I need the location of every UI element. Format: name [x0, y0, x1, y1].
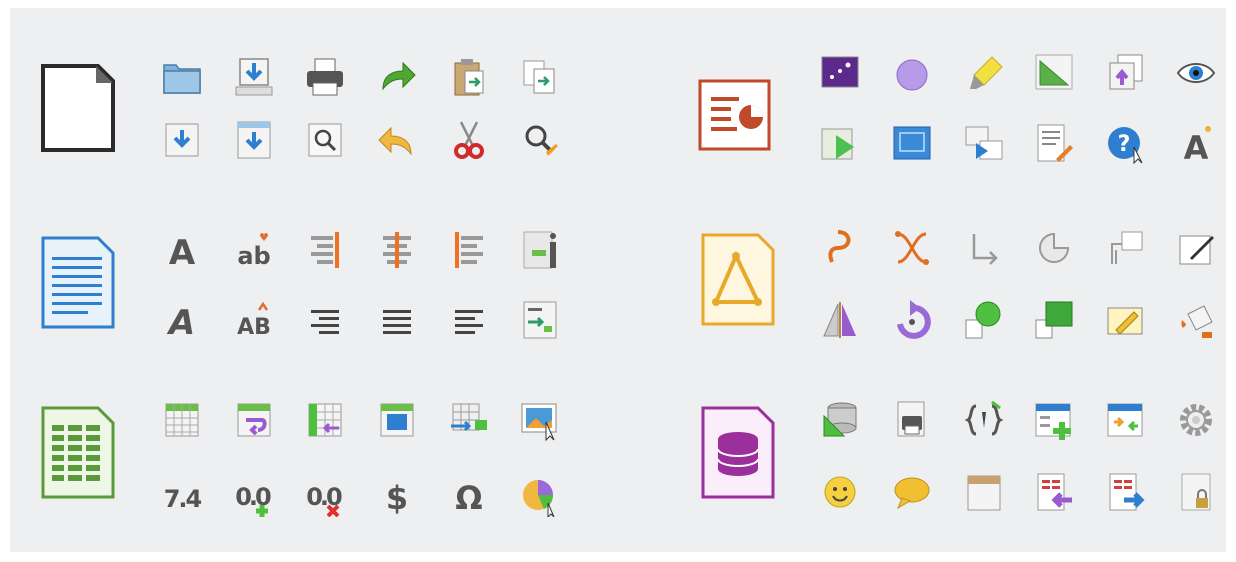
printer-icon[interactable] — [303, 55, 347, 99]
fontwork-a-icon[interactable]: A — [1174, 121, 1218, 165]
insert-page-icon[interactable] — [518, 298, 562, 342]
find-replace-icon[interactable] — [518, 118, 562, 162]
bold-a-icon[interactable]: A — [160, 228, 204, 272]
info-page-icon[interactable] — [518, 228, 562, 272]
uppercase-ab-icon[interactable]: AB — [232, 298, 276, 342]
zoom-icon[interactable] — [303, 118, 347, 162]
macro-braces-icon[interactable] — [962, 398, 1006, 442]
number-format-glyph: 7.4 — [164, 485, 202, 513]
scissors-icon[interactable] — [447, 118, 491, 162]
eye-icon[interactable] — [1174, 51, 1218, 95]
connector-icon[interactable] — [962, 226, 1006, 270]
lock-document-icon[interactable] — [1174, 470, 1218, 514]
pie-chart-icon[interactable] — [518, 473, 562, 517]
folder-icon[interactable] — [160, 55, 204, 99]
italic-a-glyph: A — [166, 303, 195, 342]
base-app-icon — [698, 403, 778, 503]
svg-text:?: ? — [1118, 132, 1131, 157]
paste-icon[interactable] — [447, 55, 491, 99]
select-cells-icon[interactable] — [375, 398, 419, 442]
align-justify-icon[interactable] — [375, 298, 419, 342]
insert-column-icon[interactable] — [303, 398, 347, 442]
undo-arrow-icon[interactable] — [375, 118, 419, 162]
align-center-bar-icon[interactable] — [375, 228, 419, 272]
download-icon[interactable] — [232, 55, 276, 99]
import-data-icon[interactable] — [1032, 470, 1076, 514]
ellipse-shape-icon[interactable] — [890, 51, 934, 95]
omega-glyph: Ω — [455, 479, 482, 517]
add-decimal-icon[interactable]: 0.0 — [232, 473, 276, 517]
spreadsheet-table-icon[interactable] — [160, 398, 204, 442]
calc-app-icon — [38, 403, 118, 503]
paint-bucket-icon[interactable] — [1174, 298, 1218, 342]
align-left-bar-icon[interactable] — [447, 228, 491, 272]
impress-app-icon — [695, 53, 775, 153]
export-data-icon[interactable] — [1104, 470, 1148, 514]
ab-glyph: ab — [237, 242, 270, 270]
rotate-icon[interactable] — [890, 298, 934, 342]
crop-page-icon[interactable] — [1104, 226, 1148, 270]
copy-icon[interactable] — [518, 55, 562, 99]
pie-shape-icon[interactable] — [1032, 226, 1076, 270]
writer-app-icon — [38, 233, 118, 333]
currency-glyph: $ — [386, 479, 408, 517]
play-slideshow-icon[interactable] — [818, 121, 862, 165]
ab-caps-glyph: AB — [237, 315, 271, 340]
notes-edit-icon[interactable] — [1032, 121, 1076, 165]
settings-gear-icon[interactable] — [1174, 398, 1218, 442]
speech-bubble-icon[interactable] — [890, 470, 934, 514]
shape-circle-square-icon[interactable] — [962, 298, 1006, 342]
slide-triangle-ruler-icon[interactable] — [1032, 51, 1076, 95]
bold-a-glyph: A — [169, 233, 196, 272]
insert-row-arrow-icon[interactable] — [232, 398, 276, 442]
form-navigation-icon[interactable] — [1104, 398, 1148, 442]
help-icon[interactable]: ? — [1104, 121, 1148, 165]
redo-arrow-icon[interactable] — [375, 55, 419, 99]
align-right-icon[interactable] — [303, 298, 347, 342]
insert-image-icon[interactable] — [518, 398, 562, 442]
align-left-icon[interactable] — [447, 298, 491, 342]
align-right-bar-icon[interactable] — [303, 228, 347, 272]
special-character-icon[interactable]: Ω — [447, 473, 491, 517]
print-preview-icon[interactable] — [890, 398, 934, 442]
number-format-icon[interactable]: 7.4 — [160, 473, 204, 517]
move-cells-icon[interactable] — [447, 398, 491, 442]
italic-a-icon[interactable]: A — [160, 298, 204, 342]
curve-points-icon[interactable] — [890, 226, 934, 270]
edit-pen-icon[interactable] — [1174, 226, 1218, 270]
document-app-icon — [38, 58, 118, 158]
draw-app-icon — [698, 230, 778, 330]
bring-to-front-icon[interactable] — [1104, 51, 1148, 95]
icon-sheet: ? A A ab A AB 7.4 0.0 0.0 $ Ω — [10, 8, 1226, 552]
spelling-ab-icon[interactable]: ab — [232, 228, 276, 272]
new-form-icon[interactable] — [1032, 398, 1076, 442]
table-header-icon[interactable] — [962, 470, 1006, 514]
bezier-curve-icon[interactable] — [818, 226, 862, 270]
add-decimal-glyph: 0.0 — [235, 483, 271, 511]
shape-squares-icon[interactable] — [1032, 298, 1076, 342]
fontwork-a-glyph: A — [1184, 129, 1209, 165]
save-as-icon[interactable] — [232, 118, 276, 162]
save-icon[interactable] — [160, 118, 204, 162]
slide-show-image-icon[interactable] — [818, 51, 862, 95]
edit-object-pencil-icon[interactable] — [1104, 298, 1148, 342]
flip-icon[interactable] — [818, 298, 862, 342]
currency-icon[interactable]: $ — [375, 473, 419, 517]
slide-transition-icon[interactable] — [962, 121, 1006, 165]
delete-decimal-icon[interactable]: 0.0 — [303, 473, 347, 517]
highlighter-icon[interactable] — [962, 51, 1006, 95]
presentation-layout-icon[interactable] — [890, 121, 934, 165]
smiley-icon[interactable] — [818, 470, 862, 514]
database-table-icon[interactable] — [818, 398, 862, 442]
